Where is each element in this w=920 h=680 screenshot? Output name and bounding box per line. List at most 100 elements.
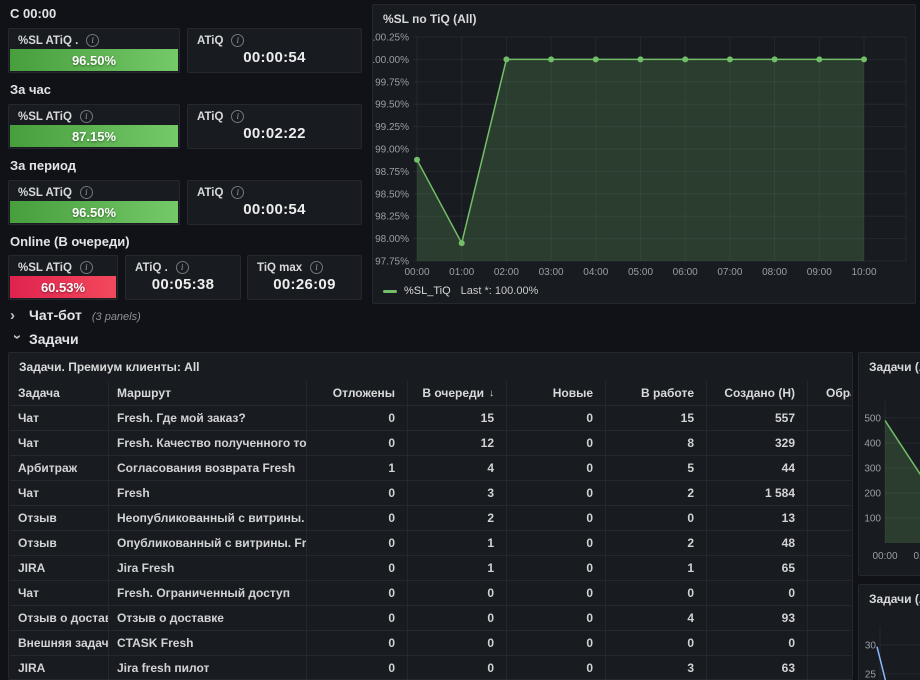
panel-title[interactable]: %SL ATiQ: [18, 111, 72, 123]
svg-text:03:00: 03:00: [539, 267, 564, 278]
column-header[interactable]: В очереди ↓: [408, 381, 507, 405]
stat-panel-sl-period: %SL ATiQ i 96.50%: [8, 180, 180, 225]
table-cell: Чат: [10, 406, 109, 430]
info-icon[interactable]: i: [231, 110, 245, 123]
stat-panel-atiq-period: ATiQ i 00:00:54: [187, 180, 362, 225]
svg-text:500: 500: [864, 414, 881, 425]
table-cell: 1 584: [707, 481, 808, 505]
chevron-down-icon[interactable]: ›: [9, 334, 26, 348]
svg-text:00:00: 00:00: [872, 551, 897, 562]
section-label-last-hour: За час: [10, 82, 51, 97]
table-cell: 1: [606, 556, 707, 580]
table-row: Внешняя задача CTASK Fresh 0 0 0 0 0: [10, 631, 851, 656]
panel-title[interactable]: %SL ATiQ: [18, 187, 72, 199]
svg-text:01:00: 01:00: [449, 267, 474, 278]
table-cell: 0: [507, 606, 606, 630]
panel-title[interactable]: Задачи. Премиум клиенты: All: [19, 360, 200, 374]
panel-title[interactable]: ATiQ: [197, 35, 223, 47]
table-cell: 12: [408, 431, 507, 455]
info-icon[interactable]: i: [79, 261, 93, 274]
svg-text:98.25%: 98.25%: [375, 212, 409, 223]
table-cell: Внешняя задача: [10, 631, 109, 655]
chevron-right-icon[interactable]: ›: [10, 308, 24, 323]
table-cell: [808, 581, 851, 605]
dashboard-row-chatbot[interactable]: › Чат-бот (3 panels): [10, 307, 141, 323]
table-cell: 0: [606, 631, 707, 655]
table-cell: 0: [307, 531, 408, 555]
svg-text:00:00: 00:00: [404, 267, 429, 278]
info-icon[interactable]: i: [79, 186, 93, 199]
svg-text:98.50%: 98.50%: [375, 189, 409, 200]
column-header[interactable]: В работе: [606, 381, 707, 405]
table-cell: Fresh. Качество полученного товара: [109, 431, 307, 455]
svg-text:99.75%: 99.75%: [375, 77, 409, 88]
table-cell: 0: [606, 581, 707, 605]
legend-series-label[interactable]: %SL_TiQ: [404, 285, 451, 297]
table-cell: 0: [307, 656, 408, 680]
table-cell: 0: [408, 606, 507, 630]
stat-panel-sl-hour: %SL ATiQ i 87.15%: [8, 104, 180, 149]
panel-title[interactable]: TiQ max: [257, 262, 302, 274]
svg-text:200: 200: [864, 489, 881, 500]
table-row: Чат Fresh 0 3 0 2 1 584: [10, 481, 851, 506]
table-cell: [808, 406, 851, 430]
table-row: JIRA Jira Fresh 0 1 0 1 65: [10, 556, 851, 581]
panel-title[interactable]: ATiQ: [197, 111, 223, 123]
table-cell: 5: [606, 456, 707, 480]
row-title[interactable]: Задачи: [29, 331, 79, 347]
table-cell: 2: [606, 531, 707, 555]
stat-value: 00:02:22: [243, 125, 306, 142]
info-icon[interactable]: i: [231, 34, 245, 47]
column-header[interactable]: Маршрут: [109, 381, 307, 405]
stat-value-bar: 87.15%: [10, 125, 178, 147]
stat-value: 00:05:38: [151, 276, 215, 293]
info-icon[interactable]: i: [231, 186, 245, 199]
stat-panel-atiq-since: ATiQ i 00:00:54: [187, 28, 362, 73]
tasks-all-line-chart: 30 25: [865, 627, 920, 680]
row-title[interactable]: Чат-бот: [29, 307, 82, 323]
svg-text:400: 400: [864, 439, 881, 450]
column-header[interactable]: Отложены: [307, 381, 408, 405]
panel-title[interactable]: ATiQ: [197, 187, 223, 199]
dashboard-row-tasks[interactable]: › Задачи: [9, 331, 79, 348]
table-cell: Jira fresh пилот: [109, 656, 307, 680]
table-cell: Чат: [10, 481, 109, 505]
table-cell: 4: [606, 606, 707, 630]
table-cell: Jira Fresh: [109, 556, 307, 580]
table-cell: 48: [707, 531, 808, 555]
panel-title[interactable]: %SL ATiQ .: [18, 35, 78, 47]
table-cell: Неопубликованный с витрины. Fresh: [109, 506, 307, 530]
svg-text:100: 100: [864, 514, 881, 525]
panel-title[interactable]: ATiQ .: [135, 262, 168, 274]
stat-value: 96.50%: [71, 52, 117, 68]
column-header[interactable]: Создано (Н): [707, 381, 808, 405]
panel-title[interactable]: %SL ATiQ: [18, 262, 72, 274]
table-cell: 15: [606, 406, 707, 430]
svg-text:100.25%: 100.25%: [373, 33, 409, 44]
table-cell: Арбитраж: [10, 456, 109, 480]
tasks-all-area-chart: 500 400 300 200 100 00:00 01:00: [864, 399, 920, 562]
info-icon[interactable]: i: [86, 34, 100, 47]
stat-value: 96.50%: [71, 204, 117, 220]
table-row: ЧатFresh. Качество полученного товара012…: [10, 431, 851, 456]
table-cell: 557: [707, 406, 808, 430]
info-icon[interactable]: i: [310, 261, 324, 274]
table-row: Арбитраж Согласования возврата Fresh 1 4 0 5 4…: [10, 456, 851, 481]
stat-panel-atiq-online: ATiQ . i 00:05:38: [125, 255, 241, 300]
table-cell: 65: [707, 556, 808, 580]
info-icon[interactable]: i: [175, 261, 189, 274]
column-header[interactable]: Обра: [808, 381, 851, 405]
table-cell: Отзыв: [10, 506, 109, 530]
table-cell: 0: [408, 581, 507, 605]
svg-text:25: 25: [865, 670, 877, 680]
table-cell: 3: [606, 656, 707, 680]
column-header[interactable]: Задача: [10, 381, 109, 405]
table-cell: 0: [606, 506, 707, 530]
table-cell: 329: [707, 431, 808, 455]
table-cell: 0: [507, 431, 606, 455]
table-cell: 1: [408, 556, 507, 580]
info-icon[interactable]: i: [79, 110, 93, 123]
column-header[interactable]: Новые: [507, 381, 606, 405]
table-cell: 3: [408, 481, 507, 505]
table-cell: 0: [507, 631, 606, 655]
